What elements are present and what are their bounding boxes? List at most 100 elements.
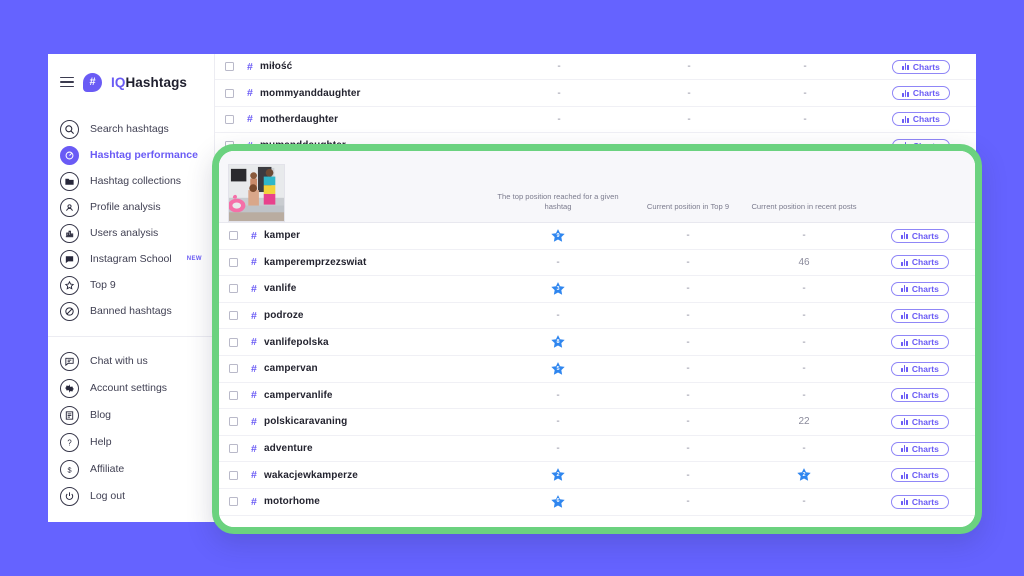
sidebar-item-label: Log out: [90, 490, 126, 502]
table-row[interactable]: # campervanlife - - - Charts: [219, 383, 975, 410]
charts-button-label: Charts: [911, 337, 939, 348]
sidebar-item-banned-hashtags[interactable]: Banned hashtags: [48, 298, 214, 324]
rank-star-badge: 9: [550, 228, 566, 244]
hashtag-name: campervan: [264, 363, 318, 375]
row-checkbox[interactable]: [229, 364, 238, 374]
table-row[interactable]: # campervan 5 - - Charts: [219, 356, 975, 383]
table-row[interactable]: # adventure - - - Charts: [219, 436, 975, 463]
current-top9-value: -: [686, 310, 690, 322]
hamburger-menu-icon[interactable]: [60, 76, 74, 88]
hash-glyph: #: [251, 469, 257, 482]
row-checkbox[interactable]: [229, 417, 238, 427]
sidebar-item-help[interactable]: ? Help: [48, 429, 214, 455]
charts-button[interactable]: Charts: [891, 414, 949, 429]
table-row[interactable]: # motorhome 6 - - Charts: [219, 489, 975, 516]
charts-button[interactable]: Charts: [891, 281, 949, 296]
row-checkbox[interactable]: [225, 88, 234, 98]
rank-star-badge: 2: [550, 467, 566, 483]
row-checkbox[interactable]: [225, 114, 234, 124]
current-recent-value: 22: [798, 416, 810, 428]
row-checkbox[interactable]: [229, 311, 238, 321]
charts-button[interactable]: Charts: [892, 112, 950, 127]
bar-chart-icon: [902, 63, 909, 71]
bar-chart-icon: [901, 365, 908, 373]
charts-button[interactable]: Charts: [892, 86, 950, 101]
table-row[interactable]: # motherdaughter - - - Charts: [215, 107, 976, 134]
sidebar-item-log-out[interactable]: Log out: [48, 483, 214, 509]
dollar-icon: $: [60, 459, 79, 479]
table-row[interactable]: # wakacjewkamperze 2 - 2 Charts: [219, 462, 975, 489]
row-checkbox-cell: [225, 114, 247, 124]
sidebar-item-chat-with-us[interactable]: Chat with us: [48, 348, 214, 374]
charts-button[interactable]: Charts: [892, 59, 950, 74]
row-actions: Charts: [865, 441, 975, 456]
sidebar-item-label: Users analysis: [90, 227, 159, 239]
gear-icon: [60, 378, 79, 398]
sidebar-item-search-hashtags[interactable]: Search hashtags: [48, 116, 214, 142]
hashtag-name: vanlife: [264, 283, 297, 295]
sidebar-item-affiliate[interactable]: $ Affiliate: [48, 456, 214, 482]
charts-button[interactable]: Charts: [891, 228, 949, 243]
current-recent-value: -: [802, 283, 806, 295]
current-recent-cell: 2: [743, 467, 865, 483]
row-checkbox[interactable]: [229, 284, 238, 294]
row-checkbox[interactable]: [229, 257, 238, 267]
hash-glyph: #: [251, 309, 257, 322]
current-top9-value: -: [686, 230, 690, 242]
charts-button-label: Charts: [912, 114, 940, 125]
secondary-nav: Chat with us Account settings Blog ? Hel…: [48, 348, 214, 522]
charts-button[interactable]: Charts: [891, 361, 949, 376]
sidebar-item-profile-analysis[interactable]: Profile analysis: [48, 194, 214, 220]
charts-button[interactable]: Charts: [891, 388, 949, 403]
banned-icon: [60, 301, 79, 321]
table-row[interactable]: # kamperemprzezswiat - - 46 Charts: [219, 250, 975, 277]
sidebar-item-blog[interactable]: Blog: [48, 402, 214, 428]
charts-button[interactable]: Charts: [891, 468, 949, 483]
charts-button[interactable]: Charts: [891, 255, 949, 270]
hashtag-name: podroze: [264, 310, 304, 322]
bar-chart-icon: [901, 232, 908, 240]
table-row[interactable]: # vanlifepolska 8 - - Charts: [219, 329, 975, 356]
table-row[interactable]: # polskicaravaning - - 22 Charts: [219, 409, 975, 436]
table-row[interactable]: # kamper 9 - - Charts: [219, 223, 975, 250]
row-checkbox-cell: [229, 337, 251, 347]
current-recent-value: -: [802, 389, 806, 401]
sidebar-item-instagram-school[interactable]: Instagram School NEW: [48, 246, 214, 272]
row-checkbox[interactable]: [225, 62, 234, 72]
row-checkbox[interactable]: [229, 470, 238, 480]
top-position-cell: 3: [483, 281, 633, 297]
hash-glyph: #: [251, 282, 257, 295]
hash-glyph: #: [251, 442, 257, 455]
row-checkbox[interactable]: [229, 444, 238, 454]
sidebar-item-hashtag-performance[interactable]: Hashtag performance: [48, 142, 214, 168]
row-checkbox-cell: [229, 364, 251, 374]
row-checkbox[interactable]: [229, 337, 238, 347]
row-checkbox[interactable]: [229, 390, 238, 400]
table-row[interactable]: # miłość - - - Charts: [215, 54, 976, 81]
table-row[interactable]: # podroze - - - Charts: [219, 303, 975, 330]
row-checkbox[interactable]: [229, 497, 238, 507]
top-position-cell: 5: [483, 361, 633, 377]
sidebar-item-account-settings[interactable]: Account settings: [48, 375, 214, 401]
top-position-cell: 6: [483, 494, 633, 510]
table-row[interactable]: # mommyanddaughter - - - Charts: [215, 80, 976, 107]
charts-button[interactable]: Charts: [891, 335, 949, 350]
row-checkbox-cell: [225, 62, 247, 72]
post-thumbnail[interactable]: [228, 164, 285, 222]
current-top9-value: -: [686, 443, 690, 455]
blog-icon: [60, 405, 79, 425]
charts-button-label: Charts: [912, 88, 940, 99]
sidebar-item-users-analysis[interactable]: Users analysis: [48, 220, 214, 246]
bar-chart-icon: [901, 418, 908, 426]
charts-button[interactable]: Charts: [891, 494, 949, 509]
charts-button[interactable]: Charts: [891, 308, 949, 323]
iq-hashtags-logo-icon: #: [83, 72, 102, 92]
table-row[interactable]: # vanlife 3 - - Charts: [219, 276, 975, 303]
sidebar-item-hashtag-collections[interactable]: Hashtag collections: [48, 168, 214, 194]
row-checkbox[interactable]: [229, 231, 238, 241]
charts-button[interactable]: Charts: [891, 441, 949, 456]
hash-glyph: #: [251, 389, 257, 402]
row-actions: Charts: [865, 361, 975, 376]
sidebar-item-top-9[interactable]: Top 9: [48, 272, 214, 298]
star-outline-icon: [60, 275, 79, 295]
